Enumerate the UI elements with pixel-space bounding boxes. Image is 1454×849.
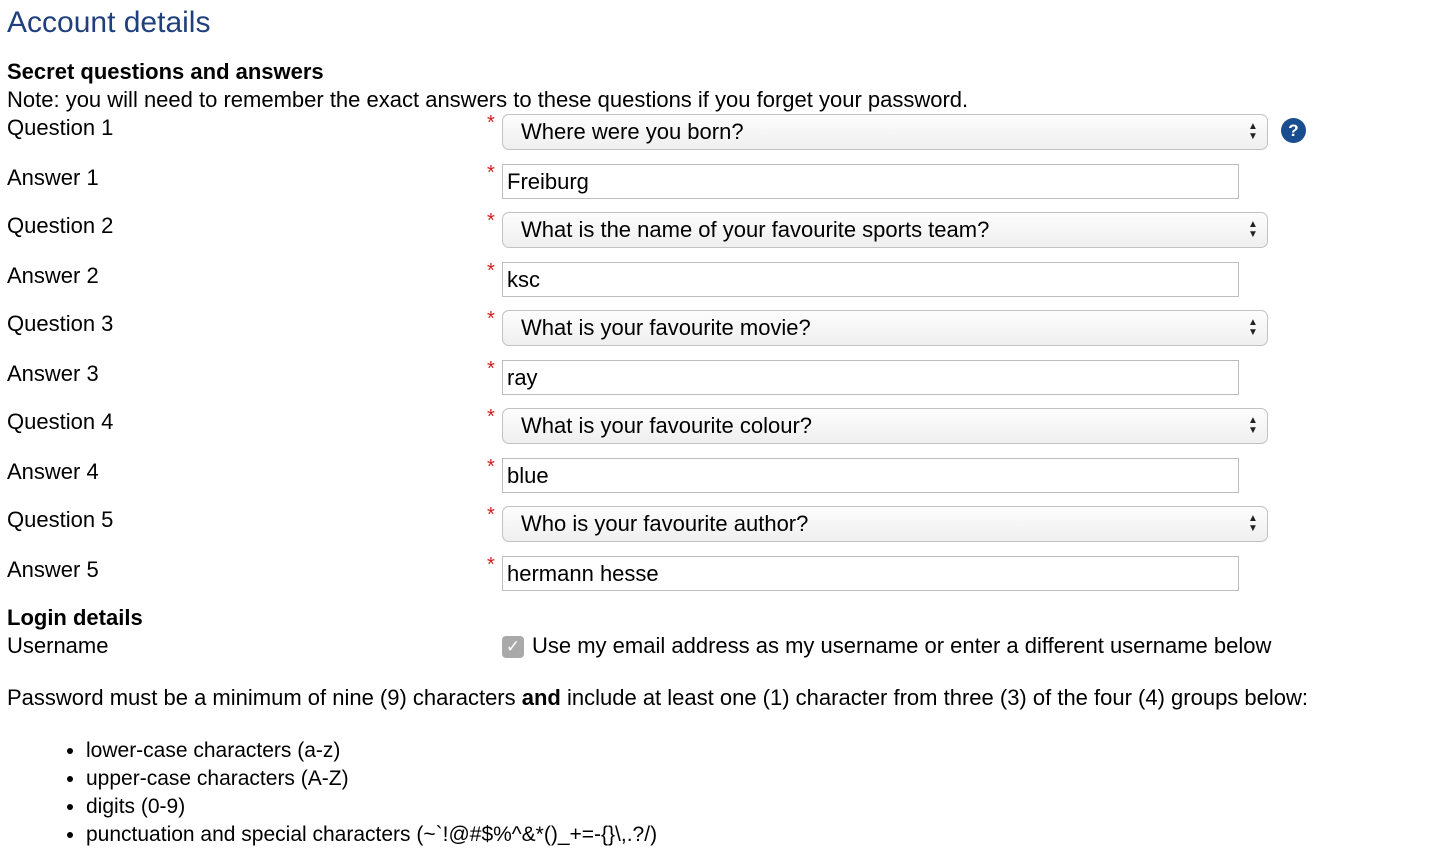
password-intro-text-end: include at least one (1) character from …: [560, 685, 1309, 710]
answer-3-field[interactable]: ray: [502, 360, 1239, 395]
secret-questions-note: Note: you will need to remember the exac…: [7, 87, 969, 112]
question-5-select[interactable]: Who is your favourite author? ▲ ▼: [502, 506, 1268, 542]
question-2-select[interactable]: What is the name of your favourite sport…: [502, 212, 1268, 248]
select-arrows-icon: ▲ ▼: [1248, 415, 1258, 436]
question-5-selected-value: Who is your favourite author?: [521, 511, 809, 536]
password-rule: digits (0-9): [86, 793, 657, 821]
use-email-label[interactable]: Use my email address as my username or e…: [532, 633, 1271, 659]
checkmark-icon: ✓: [505, 637, 521, 656]
select-arrows-icon: ▲ ▼: [1248, 219, 1258, 240]
question-4-label: Question 4: [7, 409, 114, 434]
required-marker: *: [487, 358, 495, 380]
required-marker: *: [487, 210, 495, 232]
required-marker: *: [487, 308, 495, 330]
required-marker: *: [487, 406, 495, 428]
password-requirements: Password must be a minimum of nine (9) c…: [7, 685, 1308, 711]
required-marker: *: [487, 260, 495, 282]
question-2-selected-value: What is the name of your favourite sport…: [521, 217, 990, 242]
question-5-label: Question 5: [7, 507, 114, 532]
question-1-label: Question 1: [7, 115, 114, 140]
select-arrows-icon: ▲ ▼: [1248, 317, 1258, 338]
answer-2-label: Answer 2: [7, 263, 99, 288]
help-icon[interactable]: ?: [1281, 118, 1306, 143]
question-2-label: Question 2: [7, 213, 114, 238]
required-marker: *: [487, 162, 495, 184]
secret-questions-heading: Secret questions and answers: [7, 59, 324, 84]
question-1-select[interactable]: Where were you born? ▲ ▼: [502, 114, 1268, 150]
question-3-select[interactable]: What is your favourite movie? ▲ ▼: [502, 310, 1268, 346]
answer-5-label: Answer 5: [7, 557, 99, 582]
question-3-label: Question 3: [7, 311, 114, 336]
question-1-selected-value: Where were you born?: [521, 119, 744, 144]
login-details-heading: Login details: [7, 605, 143, 630]
answer-4-field[interactable]: blue: [502, 458, 1239, 493]
password-intro-text: Password must be a minimum of nine (9) c…: [7, 685, 522, 710]
question-3-selected-value: What is your favourite movie?: [521, 315, 811, 340]
required-marker: *: [487, 554, 495, 576]
select-arrows-icon: ▲ ▼: [1248, 121, 1258, 142]
password-intro-bold: and: [521, 685, 561, 710]
question-4-select[interactable]: What is your favourite colour? ▲ ▼: [502, 408, 1268, 444]
username-label: Username: [7, 633, 109, 658]
use-email-checkbox[interactable]: ✓: [502, 636, 524, 658]
required-marker: *: [487, 504, 495, 526]
required-marker: *: [487, 456, 495, 478]
answer-1-label: Answer 1: [7, 165, 99, 190]
password-rule: upper-case characters (A-Z): [86, 765, 657, 793]
required-marker: *: [487, 112, 495, 134]
answer-3-label: Answer 3: [7, 361, 99, 386]
page-title: Account details: [7, 6, 211, 39]
answer-5-field[interactable]: hermann hesse: [502, 556, 1239, 591]
answer-4-label: Answer 4: [7, 459, 99, 484]
answer-2-field[interactable]: ksc: [502, 262, 1239, 297]
question-4-selected-value: What is your favourite colour?: [521, 413, 813, 438]
answer-1-field[interactable]: Freiburg: [502, 164, 1239, 199]
select-arrows-icon: ▲ ▼: [1248, 513, 1258, 534]
password-rules-list: lower-case characters (a-z) upper-case c…: [60, 737, 657, 849]
password-rule: lower-case characters (a-z): [86, 737, 657, 765]
password-rule: punctuation and special characters (~`!@…: [86, 821, 657, 849]
